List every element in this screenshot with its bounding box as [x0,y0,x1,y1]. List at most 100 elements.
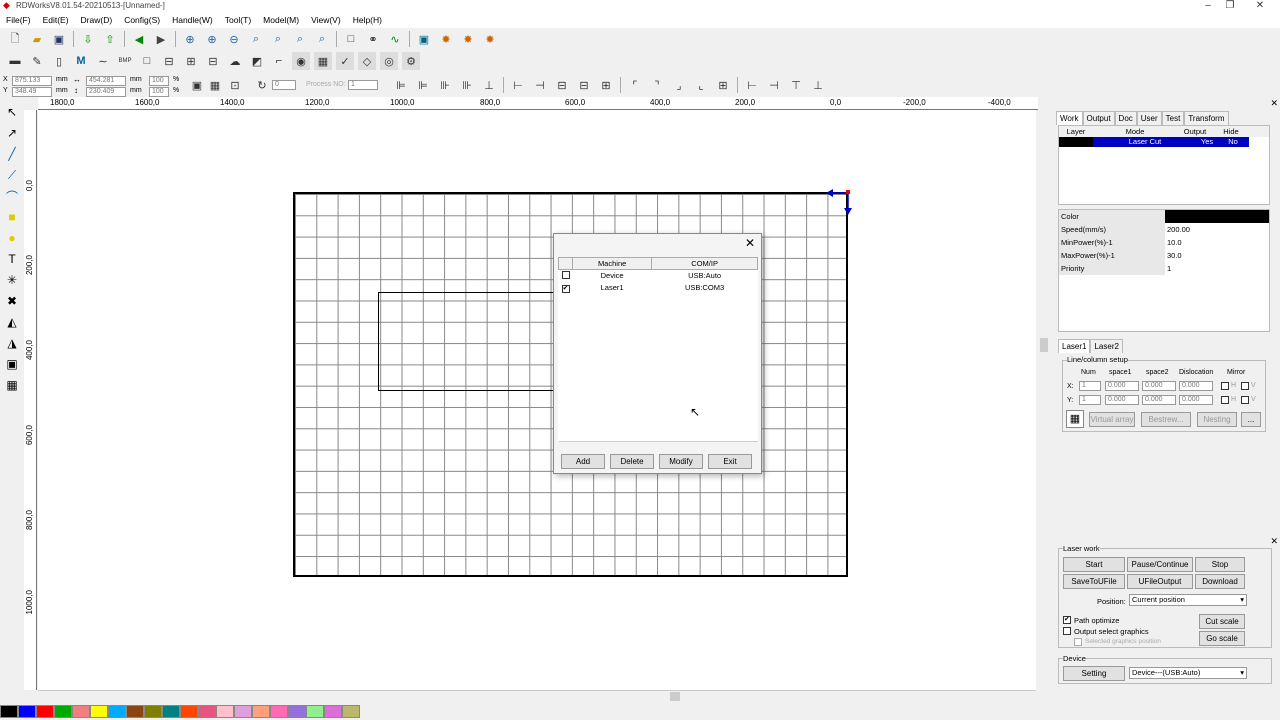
group-icon[interactable]: ⊡ [226,76,244,94]
corner-tr-icon[interactable]: ⌝ [648,76,666,94]
line-icon[interactable]: ∼ [94,52,112,70]
corner-br-icon[interactable]: ⌟ [670,76,688,94]
palette-swatch[interactable] [198,705,216,718]
y-input[interactable]: 348.49 [12,87,52,97]
restore-icon[interactable]: ❐ [1220,0,1240,11]
rotate-icon[interactable]: ◩ [248,52,266,70]
minpower-value[interactable]: 10.0 [1165,236,1182,249]
node-icon[interactable]: ⚭ [364,30,382,48]
menu-edit[interactable]: Edit(E) [37,15,75,25]
align-icon-3[interactable]: ⊪ [436,76,454,94]
laserwork-close-icon[interactable]: ✕ [1270,536,1278,547]
vertical-scrollbar[interactable] [1038,100,1050,690]
layer-row[interactable]: Laser Cut Yes No [1059,137,1269,147]
zoom-window-icon[interactable]: ⌕ [247,30,265,48]
center-icon[interactable]: ⊞ [714,76,732,94]
y-mirror-h-checkbox[interactable] [1221,396,1229,404]
palette-swatch[interactable] [324,705,342,718]
zoom-out-icon[interactable]: ⊖ [225,30,243,48]
y-dislocation-input[interactable]: 0.000 [1179,395,1213,405]
zoom-pan-icon[interactable]: ⊕ [181,30,199,48]
palette-swatch[interactable] [252,705,270,718]
distribute-icon-5[interactable]: ⊞ [597,76,615,94]
menu-tool[interactable]: Tool(T) [219,15,257,25]
zoom-in-icon[interactable]: ⊕ [203,30,221,48]
panel-close-icon[interactable]: ✕ [1270,98,1278,109]
table-row[interactable]: ✔ Laser1 USB:COM3 [559,282,758,294]
offset-icon[interactable]: ▦ [314,52,332,70]
menu-handle[interactable]: Handle(W) [166,15,219,25]
grid-select-icon[interactable]: ▦ [206,76,224,94]
array-grid-icon[interactable]: ▦ [1066,410,1084,428]
priority-value[interactable]: 1 [1165,262,1171,275]
edit-node-icon[interactable]: ◇ [358,52,376,70]
eye-icon[interactable]: ◎ [380,52,398,70]
dialog-close-icon[interactable]: ✕ [745,236,755,250]
curve-icon[interactable]: ∿ [386,30,404,48]
table-row[interactable]: Device USB:Auto [559,270,758,282]
palette-swatch[interactable] [54,705,72,718]
tab-doc[interactable]: Doc [1114,111,1137,125]
frame-icon[interactable]: □ [342,30,360,48]
save-to-ufile-button[interactable]: SaveToUFile [1063,574,1125,589]
position-select[interactable]: Current position ▾ [1129,594,1247,606]
align-icon-2[interactable]: ⊫ [414,76,432,94]
device-select[interactable]: Device---(USB:Auto) ▾ [1129,667,1247,679]
palette-swatch[interactable] [288,705,306,718]
align-left-icon[interactable]: ⊟ [160,52,178,70]
zoom-all-icon[interactable]: ⌕ [313,30,331,48]
setting-button[interactable]: Setting [1063,666,1125,681]
menu-config[interactable]: Config(S) [118,15,166,25]
palette-swatch[interactable] [216,705,234,718]
line-tool-icon[interactable]: ╱ [3,145,21,163]
palette-swatch[interactable] [342,705,360,718]
edge-right-icon[interactable]: ⊣ [765,76,783,94]
output-select-checkbox[interactable] [1063,627,1071,635]
ufile-output-button[interactable]: UFileOutput [1127,574,1193,589]
minimize-icon[interactable]: – [1198,0,1218,11]
mirror-v-tool-icon[interactable]: ◮ [3,334,21,352]
align-center-icon[interactable]: ⊞ [182,52,200,70]
x-mirror-v-checkbox[interactable] [1241,382,1249,390]
monitor-icon[interactable]: ▣ [415,30,433,48]
palette-swatch[interactable] [72,705,90,718]
stop-button[interactable]: Stop [1195,557,1245,572]
camera-icon[interactable]: ▬ [6,52,24,70]
exit-button[interactable]: Exit [708,454,752,469]
width-input[interactable]: 454.281 [86,76,126,86]
palette-swatch[interactable] [18,705,36,718]
start-button[interactable]: Start [1063,557,1125,572]
corner-bl-icon[interactable]: ⌞ [692,76,710,94]
go-scale-button[interactable]: Go scale [1199,631,1245,646]
rectangle-icon[interactable]: □ [138,52,156,70]
tab-user[interactable]: User [1136,111,1162,125]
shape-icon[interactable]: ☁ [226,52,244,70]
color-value[interactable] [1165,210,1269,223]
x-input[interactable]: 875.133 [12,76,52,86]
x-num-input[interactable]: 1 [1079,381,1101,391]
palette-swatch[interactable] [306,705,324,718]
align-right-icon[interactable]: ⊟ [204,52,222,70]
scroll-thumb[interactable] [670,692,680,701]
palette-swatch[interactable] [36,705,54,718]
palette-swatch[interactable] [270,705,288,718]
import-icon[interactable]: ⇩ [79,30,97,48]
zoom-page-icon[interactable]: ⌕ [269,30,287,48]
pause-continue-button[interactable]: Pause/Continue [1127,557,1193,572]
rotate-input[interactable]: 0 [272,80,296,90]
zoom-select-icon[interactable]: ⌕ [291,30,309,48]
cut-scale-button[interactable]: Cut scale [1199,614,1245,629]
ellipse-tool-icon[interactable]: ● [3,229,21,247]
virtual-array-button[interactable]: Virtual array [1089,412,1135,427]
save-icon[interactable]: ▣ [50,30,68,48]
modify-button[interactable]: Modify [659,454,703,469]
delete-tool-icon[interactable]: ✖ [3,292,21,310]
nesting-button[interactable]: Nesting [1197,412,1237,427]
redo-icon[interactable]: ▶ [152,30,170,48]
palette-swatch[interactable] [234,705,252,718]
y-mirror-v-checkbox[interactable] [1241,396,1249,404]
edge-left-icon[interactable]: ⊢ [743,76,761,94]
scale-y-input[interactable]: 100 [149,87,169,97]
node-edit-icon[interactable]: ↗ [3,124,21,142]
menu-draw[interactable]: Draw(D) [75,15,119,25]
